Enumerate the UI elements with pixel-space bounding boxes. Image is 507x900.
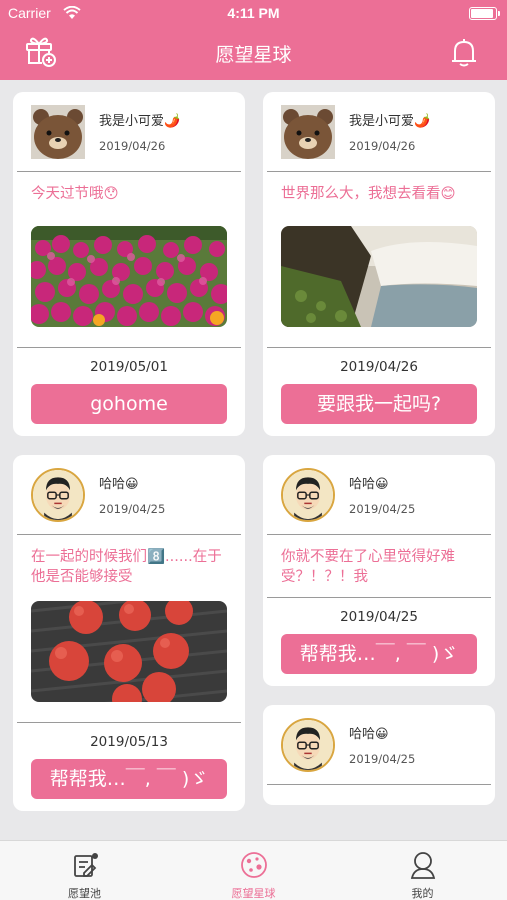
wish-text: 在一起的时候我们8️⃣......在于他是否能够接受 <box>31 549 222 585</box>
profile-icon <box>410 852 436 879</box>
target-date: 2019/04/26 <box>340 359 418 375</box>
wish-text: 世界那么大，我想去看看😊 <box>281 186 456 202</box>
bell-icon[interactable] <box>449 36 479 68</box>
tab-label: 我的 <box>411 887 434 900</box>
user-name: 我是小可爱🌶️ <box>99 114 181 129</box>
wish-card[interactable]: 哈哈😀 2019/04/25 <box>263 705 495 805</box>
card-header: 哈哈😀 2019/04/25 <box>267 455 491 535</box>
status-bar: Carrier 4:11 PM <box>0 0 507 28</box>
wish-pool-icon <box>74 853 98 877</box>
target-date: 2019/04/25 <box>340 609 418 625</box>
user-name: 哈哈😀 <box>99 477 139 492</box>
wish-card[interactable]: 我是小可爱🌶️ 2019/04/26 世界那么大，我想去看看😊 2019/04/… <box>263 92 495 436</box>
tab-label: 愿望池 <box>68 887 101 900</box>
card-header: 我是小可爱🌶️ 2019/04/26 <box>267 92 491 172</box>
planet-icon <box>241 852 267 878</box>
status-time: 4:11 PM <box>227 5 280 21</box>
post-date: 2019/04/26 <box>349 139 416 153</box>
wish-text: 你就不要在了心里觉得好难受？！？！我 <box>281 549 455 585</box>
avatar[interactable] <box>281 105 335 159</box>
tab-wish-planet[interactable]: 愿望星球 <box>169 841 338 900</box>
navigation-bar: 愿望星球 <box>0 28 507 80</box>
wish-action-button[interactable]: 帮帮我…￣, ￣ )ゞ <box>281 634 477 674</box>
card-header: 我是小可爱🌶️ 2019/04/26 <box>17 92 241 172</box>
avatar[interactable] <box>281 718 335 772</box>
avatar[interactable] <box>31 468 85 522</box>
card-header: 哈哈😀 2019/04/25 <box>17 455 241 535</box>
target-date: 2019/05/01 <box>90 359 168 375</box>
feed-column-right: 我是小可爱🌶️ 2019/04/26 世界那么大，我想去看看😊 2019/04/… <box>263 92 495 822</box>
card-footer: 2019/05/01 gohome <box>17 347 241 436</box>
tab-wish-pool[interactable]: 愿望池 <box>0 841 169 900</box>
card-footer: 2019/05/13 帮帮我…￣, ￣ )ゞ <box>17 722 241 811</box>
wish-action-button[interactable]: 要跟我一起吗? <box>281 384 477 424</box>
target-date: 2019/05/13 <box>90 734 168 750</box>
battery-icon <box>469 7 500 20</box>
wish-text: 今天过节哦😯 <box>31 186 119 202</box>
user-name: 我是小可爱🌶️ <box>349 114 431 129</box>
waterfall-photo <box>281 226 477 327</box>
user-name: 哈哈😀 <box>349 477 389 492</box>
wish-card[interactable]: 哈哈😀 2019/04/25 你就不要在了心里觉得好难受？！？！我 2019/0… <box>263 455 495 686</box>
user-name: 哈哈😀 <box>349 727 389 742</box>
wish-action-button[interactable]: gohome <box>31 384 227 424</box>
post-date: 2019/04/25 <box>99 502 166 516</box>
wish-card[interactable]: 哈哈😀 2019/04/25 在一起的时候我们8️⃣......在于他是否能够接… <box>13 455 245 811</box>
card-footer: 2019/04/26 要跟我一起吗? <box>267 347 491 436</box>
wish-action-button[interactable]: 帮帮我…￣, ￣ )ゞ <box>31 759 227 799</box>
wish-card[interactable]: 我是小可爱🌶️ 2019/04/26 今天过节哦😯 2019/05/01 goh… <box>13 92 245 436</box>
tab-profile[interactable]: 我的 <box>338 841 507 900</box>
avatar[interactable] <box>281 468 335 522</box>
avatar[interactable] <box>31 105 85 159</box>
tab-bar: 愿望池 愿望星球 我的 <box>0 840 507 900</box>
post-date: 2019/04/25 <box>349 502 416 516</box>
wish-feed[interactable]: 我是小可爱🌶️ 2019/04/26 今天过节哦😯 2019/05/01 goh… <box>0 80 507 822</box>
pink-flowers-photo <box>31 226 227 327</box>
page-title: 愿望星球 <box>215 44 292 66</box>
post-date: 2019/04/26 <box>99 139 166 153</box>
feed-column-left: 我是小可爱🌶️ 2019/04/26 今天过节哦😯 2019/05/01 goh… <box>13 92 245 822</box>
card-footer: 2019/04/25 帮帮我…￣, ￣ )ゞ <box>267 597 491 686</box>
post-date: 2019/04/25 <box>349 752 416 766</box>
card-header: 哈哈😀 2019/04/25 <box>267 705 491 785</box>
tab-label: 愿望星球 <box>231 887 276 900</box>
lychee-photo <box>31 601 227 702</box>
